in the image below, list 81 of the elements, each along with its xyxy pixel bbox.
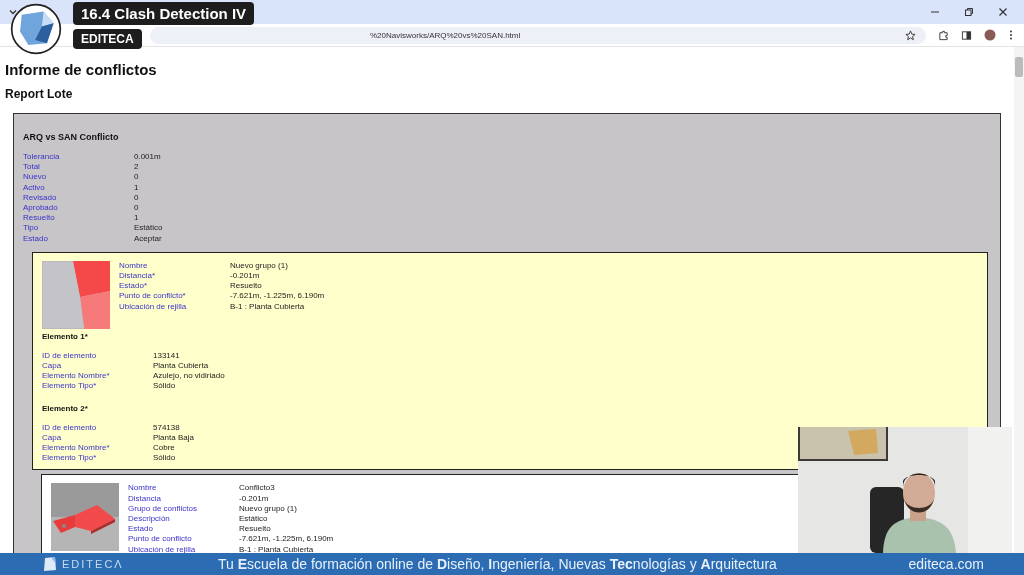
field-value: 1 — [134, 182, 140, 193]
field-value: Resuelto — [239, 524, 272, 535]
field-value: Planta Cubierta — [153, 361, 210, 372]
field-label: Elemento Nombre* — [42, 371, 111, 382]
scroll-thumb[interactable] — [1015, 57, 1023, 77]
side-panel-icon[interactable] — [961, 29, 972, 41]
field-label: Ubicación de rejilla — [119, 301, 188, 312]
field-value: -0.201m — [239, 493, 270, 504]
field-value: 574138 — [153, 422, 181, 433]
field-label: Punto de conflicto* — [119, 291, 187, 302]
field-label: Distancia* — [119, 271, 156, 282]
report-subheading: Report Lote — [5, 87, 74, 101]
field-label: Total — [23, 162, 41, 173]
field-label: Aprobado — [23, 203, 59, 214]
extensions-icon[interactable] — [938, 29, 949, 41]
field-label: Grupo de conflictos — [128, 503, 198, 515]
field-label: Resuelto — [23, 213, 56, 224]
address-bar[interactable]: %20Navisworks/ARQ%20vs%20SAN.html — [150, 26, 926, 44]
scrollbar[interactable] — [1014, 47, 1024, 553]
website: editeca.com — [908, 556, 984, 572]
video-title: 16.4 Clash Detection IV — [73, 2, 255, 25]
logo-icon — [42, 556, 58, 572]
field-value: Planta Baja — [153, 432, 195, 444]
chevron-down-icon[interactable] — [8, 7, 18, 17]
field-value: Conflicto3 — [239, 483, 276, 494]
field-value: B-1 : Planta Cubierta — [230, 301, 306, 312]
field-label: Nuevo — [23, 172, 48, 183]
field-label: Tolerancia — [23, 152, 61, 163]
field-label: ID de elemento — [42, 350, 98, 362]
field-value: Nuevo grupo (1) — [230, 260, 289, 272]
field-label: Estado* — [119, 281, 149, 292]
field-value: Sólido — [153, 453, 177, 464]
field-value: Cobre — [153, 443, 176, 454]
avatar-icon[interactable] — [984, 29, 996, 41]
field-label: Tipo — [23, 223, 40, 234]
restore-icon[interactable] — [964, 7, 974, 17]
field-label: Descripción — [128, 514, 171, 525]
brand-badge: EDITECA — [73, 29, 142, 49]
field-label: Estado — [128, 524, 154, 535]
star-icon[interactable] — [905, 29, 916, 41]
field-value: 0 — [134, 192, 140, 203]
element-title: Elemento 2* — [42, 403, 89, 413]
field-label: Punto de conflicto — [128, 534, 193, 545]
field-value: 1 — [134, 213, 140, 224]
field-label: Distancia — [128, 493, 162, 504]
field-value: 2 — [134, 162, 140, 173]
field-value: 0 — [134, 203, 140, 214]
field-value: 0.001m — [134, 152, 162, 163]
field-value: Nuevo grupo (1) — [239, 503, 298, 515]
menu-icon[interactable] — [1008, 29, 1014, 41]
field-label: ID de elemento — [42, 422, 98, 433]
field-label: Nombre — [119, 260, 149, 272]
field-label: Nombre — [128, 483, 158, 494]
close-icon[interactable] — [998, 7, 1008, 17]
field-label: Elemento Nombre* — [42, 443, 111, 454]
field-label: Capa — [42, 432, 63, 444]
test-title: ARQ vs SAN Conflicto — [23, 132, 120, 142]
field-value: -7.621m, -1.225m, 6.190m — [239, 534, 334, 545]
field-value: Estático — [134, 223, 164, 234]
field-value: Estático — [239, 514, 269, 525]
field-value: Azulejo, no vidiriado — [153, 371, 226, 382]
field-value: Sólido — [153, 381, 177, 392]
slogan: Tu Escuela de formación online de Diseño, Ingeniería, Nuevas Tecnologías y Arquitectura — [218, 556, 778, 572]
logo-icon — [10, 3, 62, 55]
brand-name: EDITECΛ — [62, 558, 124, 570]
field-label: Capa — [42, 361, 63, 372]
field-value: 133141 — [153, 350, 181, 362]
field-label: Activo — [23, 182, 46, 193]
field-value: Aceptar — [134, 233, 163, 244]
field-label: Ubicación de rejilla — [128, 544, 197, 553]
field-label: Elemento Tipo* — [42, 453, 98, 464]
element-title: Elemento 1* — [42, 331, 89, 341]
field-value: B-1 : Planta Cubierta — [239, 544, 315, 553]
field-value: Resuelto — [230, 281, 263, 292]
field-value: -0.201m — [230, 271, 261, 282]
field-value: -7.621m, -1.225m, 6.190m — [230, 291, 325, 302]
field-label: Estado — [23, 233, 49, 244]
field-label: Revisado — [23, 192, 58, 203]
field-value: 0 — [134, 172, 140, 183]
report-heading: Informe de conflictos — [5, 61, 158, 79]
field-label: Elemento Tipo* — [42, 381, 98, 392]
